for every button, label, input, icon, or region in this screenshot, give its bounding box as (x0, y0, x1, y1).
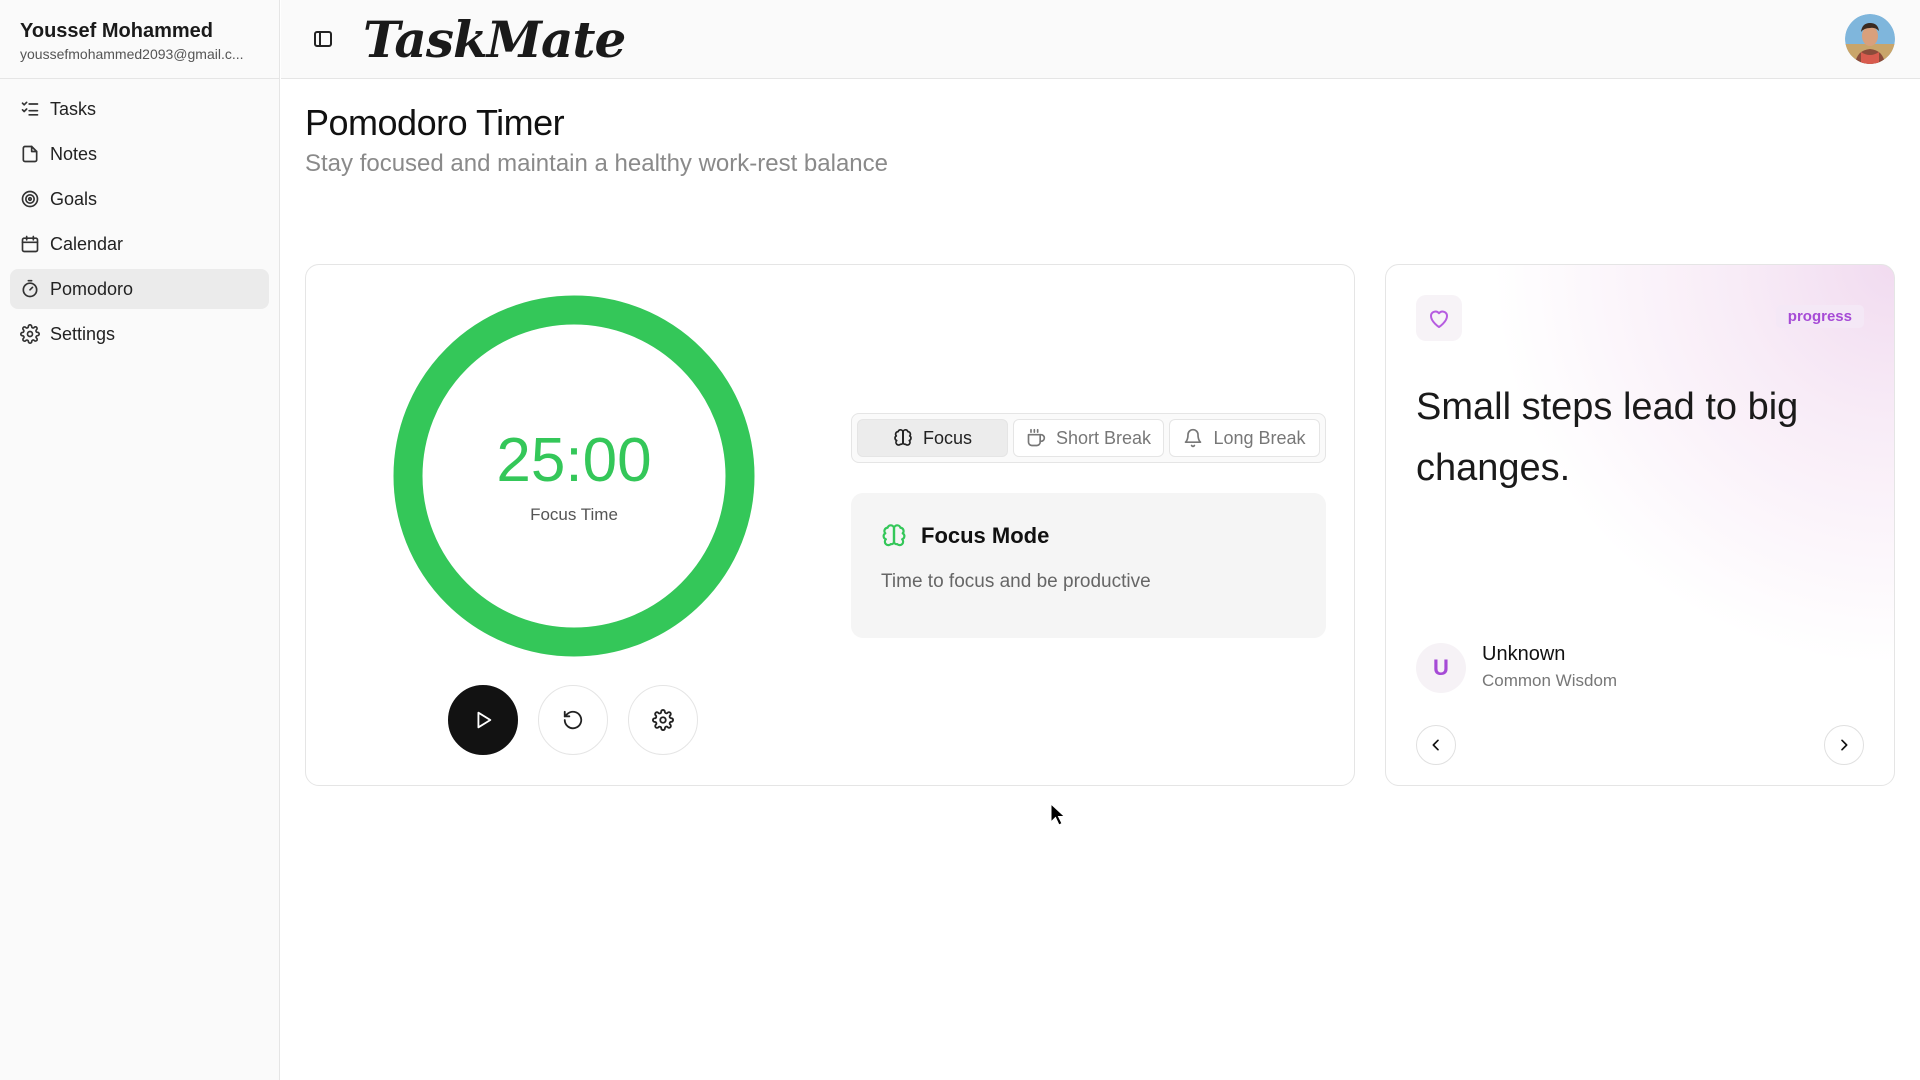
sidebar-item-pomodoro[interactable]: Pomodoro (10, 269, 269, 309)
previous-quote-button[interactable] (1416, 725, 1456, 765)
sidebar-item-settings[interactable]: Settings (10, 314, 269, 354)
sidebar: Youssef Mohammed youssefmohammed2093@gma… (0, 0, 280, 1080)
user-avatar[interactable] (1845, 14, 1895, 64)
sidebar-item-label: Tasks (50, 98, 97, 119)
sidebar-item-label: Goals (50, 188, 98, 209)
sidebar-toggle-button[interactable] (311, 27, 335, 51)
timer-settings-button[interactable] (628, 685, 698, 755)
user-email: youssefmohammed2093@gmail.c... (20, 46, 244, 62)
list-check-icon (21, 101, 39, 116)
sidebar-item-tasks[interactable]: Tasks (10, 89, 269, 129)
main-content: Pomodoro Timer Stay focused and maintain… (305, 80, 1895, 786)
tab-focus[interactable]: Focus (857, 419, 1008, 457)
timer-label: Focus Time (530, 505, 618, 524)
heart-icon (1430, 310, 1448, 328)
quote-category-badge: progress (1775, 305, 1864, 328)
top-header: TaskMate (281, 0, 1920, 79)
timer-display: 25:00 (496, 426, 652, 495)
reset-button[interactable] (538, 685, 608, 755)
mode-info-description: Time to focus and be productive (881, 571, 1151, 592)
tab-label: Long Break (1213, 427, 1306, 448)
coffee-icon (1027, 428, 1046, 447)
quote-source: Common Wisdom (1482, 671, 1618, 690)
sidebar-item-label: Calendar (50, 233, 124, 254)
page-subtitle: Stay focused and maintain a healthy work… (305, 150, 888, 177)
author-avatar: U (1416, 643, 1466, 693)
quote-text: Small steps lead to big changes. (1416, 386, 1799, 489)
sidebar-item-label: Notes (50, 143, 98, 164)
tab-short-break[interactable]: Short Break (1013, 419, 1164, 457)
mode-info-header: Focus Mode (881, 523, 1296, 549)
mode-info-title: Focus Mode (921, 523, 1050, 548)
tab-label: Short Break (1055, 427, 1152, 448)
mouse-cursor-icon (1050, 803, 1066, 826)
sidebar-nav: Tasks Notes Goals Calendar Pomodoro Sett… (0, 79, 279, 369)
favorite-button[interactable] (1416, 295, 1462, 341)
gear-icon (652, 709, 674, 731)
tab-long-break[interactable]: Long Break (1169, 419, 1320, 457)
sidebar-item-notes[interactable]: Notes (10, 134, 269, 174)
bell-icon (1185, 428, 1202, 448)
timer-card: 25:00 Focus Time Focus Short Break Long … (305, 264, 1355, 786)
next-quote-button[interactable] (1824, 725, 1864, 765)
target-icon (21, 190, 39, 208)
play-icon (477, 711, 492, 729)
timer-icon (22, 279, 38, 298)
sidebar-item-calendar[interactable]: Calendar (10, 224, 269, 264)
sidebar-item-goals[interactable]: Goals (10, 179, 269, 219)
sidebar-toggle-icon (314, 31, 332, 47)
quote-card: progress Small steps lead to big changes… (1385, 264, 1895, 786)
calendar-icon (21, 235, 39, 253)
user-name: Youssef Mohammed (20, 20, 213, 42)
gear-icon (20, 324, 40, 344)
page-title: Pomodoro Timer (305, 102, 565, 143)
mode-info-panel: Focus Mode Time to focus and be producti… (851, 493, 1326, 638)
user-profile[interactable]: Youssef Mohammed youssefmohammed2093@gma… (0, 0, 279, 79)
quote-author: Unknown (1482, 643, 1566, 665)
chevron-right-icon (1841, 739, 1848, 751)
sidebar-item-label: Settings (50, 323, 116, 344)
app-logo[interactable]: TaskMate (363, 10, 626, 69)
sidebar-item-label: Pomodoro (50, 278, 134, 299)
avatar-image (1845, 14, 1895, 64)
reset-icon (563, 710, 583, 730)
mode-tabs: Focus Short Break Long Break (851, 413, 1326, 463)
brain-icon (894, 428, 912, 446)
chevron-left-icon (1432, 739, 1439, 751)
file-icon (22, 145, 38, 163)
tab-label: Focus (922, 427, 973, 448)
brain-icon (882, 524, 906, 547)
play-button[interactable] (448, 685, 518, 755)
